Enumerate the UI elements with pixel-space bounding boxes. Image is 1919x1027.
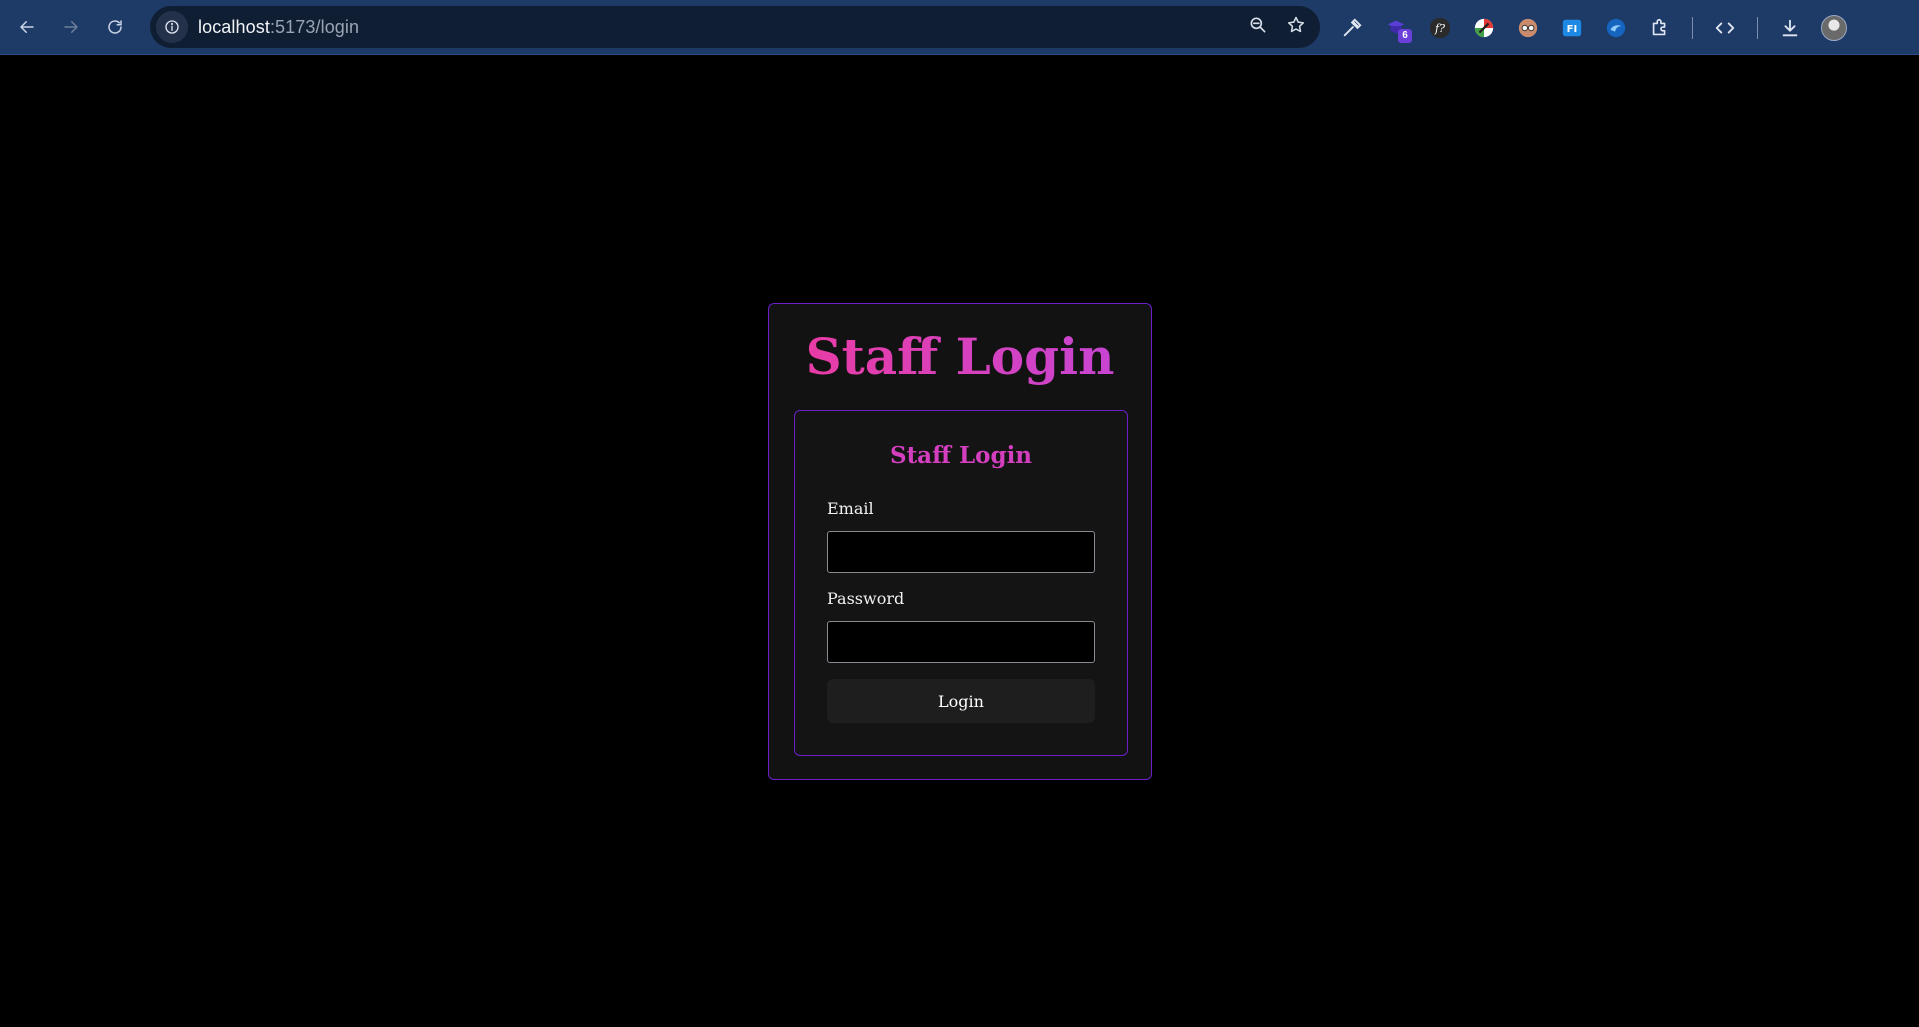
toolbar-divider (1757, 16, 1758, 39)
font-identifier-extension[interactable]: f? (1418, 6, 1462, 50)
zoom-icon (1250, 17, 1266, 32)
spy-extension-icon (1518, 18, 1538, 37)
profile-avatar (1821, 14, 1847, 41)
back-button[interactable] (5, 5, 49, 49)
site-info-button[interactable] (156, 11, 188, 43)
forward-arrow-icon (64, 21, 78, 33)
fi-extension[interactable]: FI (1550, 6, 1594, 50)
eyedropper-extension[interactable] (1330, 6, 1374, 50)
bookmark-star-icon (1287, 16, 1305, 32)
password-field[interactable] (827, 621, 1095, 663)
url-path: :5173/login (269, 16, 360, 37)
puzzle-icon (1652, 18, 1666, 35)
blue-extension[interactable] (1594, 6, 1638, 50)
svg-text:FI: FI (1567, 24, 1578, 35)
extensions-menu-button[interactable] (1638, 6, 1682, 50)
spy-extension[interactable] (1506, 6, 1550, 50)
page-title: Staff Login (769, 326, 1151, 388)
login-form: Staff Login Email Password Login (794, 410, 1128, 756)
email-label: Email (827, 499, 874, 518)
back-arrow-icon (20, 21, 34, 33)
extension-badge-count: 6 (1398, 28, 1412, 43)
bookmark-button[interactable] (1286, 15, 1306, 40)
reload-icon (108, 20, 122, 34)
blue-extension-icon (1606, 18, 1626, 37)
form-title: Staff Login (889, 442, 1033, 469)
site-info-icon (165, 20, 179, 34)
forward-button[interactable] (49, 5, 93, 49)
download-icon (1782, 19, 1798, 36)
login-button[interactable]: Login (827, 679, 1095, 723)
password-label: Password (827, 589, 905, 608)
reload-button[interactable] (93, 5, 137, 49)
profile-button[interactable] (1812, 6, 1856, 50)
svg-text:f?: f? (1434, 22, 1445, 35)
color-extension-icon (1474, 18, 1494, 37)
toolbar-divider (1692, 16, 1693, 39)
devtools-button[interactable] (1703, 6, 1747, 50)
font-identifier-icon: f? (1429, 17, 1451, 38)
badge-extension[interactable]: 6 (1374, 6, 1418, 50)
login-page-card: Staff Login Staff Login Email Password L… (768, 303, 1152, 780)
fi-extension-icon: FI (1562, 19, 1582, 36)
browser-toolbar: localhost:5173/login 6 f? FI (0, 0, 1919, 55)
downloads-button[interactable] (1768, 6, 1812, 50)
url-host: localhost (198, 16, 270, 37)
url-text[interactable]: localhost:5173/login (198, 17, 359, 38)
code-icon (1715, 21, 1735, 33)
eyedropper-icon (1343, 17, 1362, 36)
color-extension[interactable] (1462, 6, 1506, 50)
email-field[interactable] (827, 531, 1095, 573)
address-bar[interactable]: localhost:5173/login (150, 6, 1320, 48)
zoom-button[interactable] (1248, 15, 1268, 40)
